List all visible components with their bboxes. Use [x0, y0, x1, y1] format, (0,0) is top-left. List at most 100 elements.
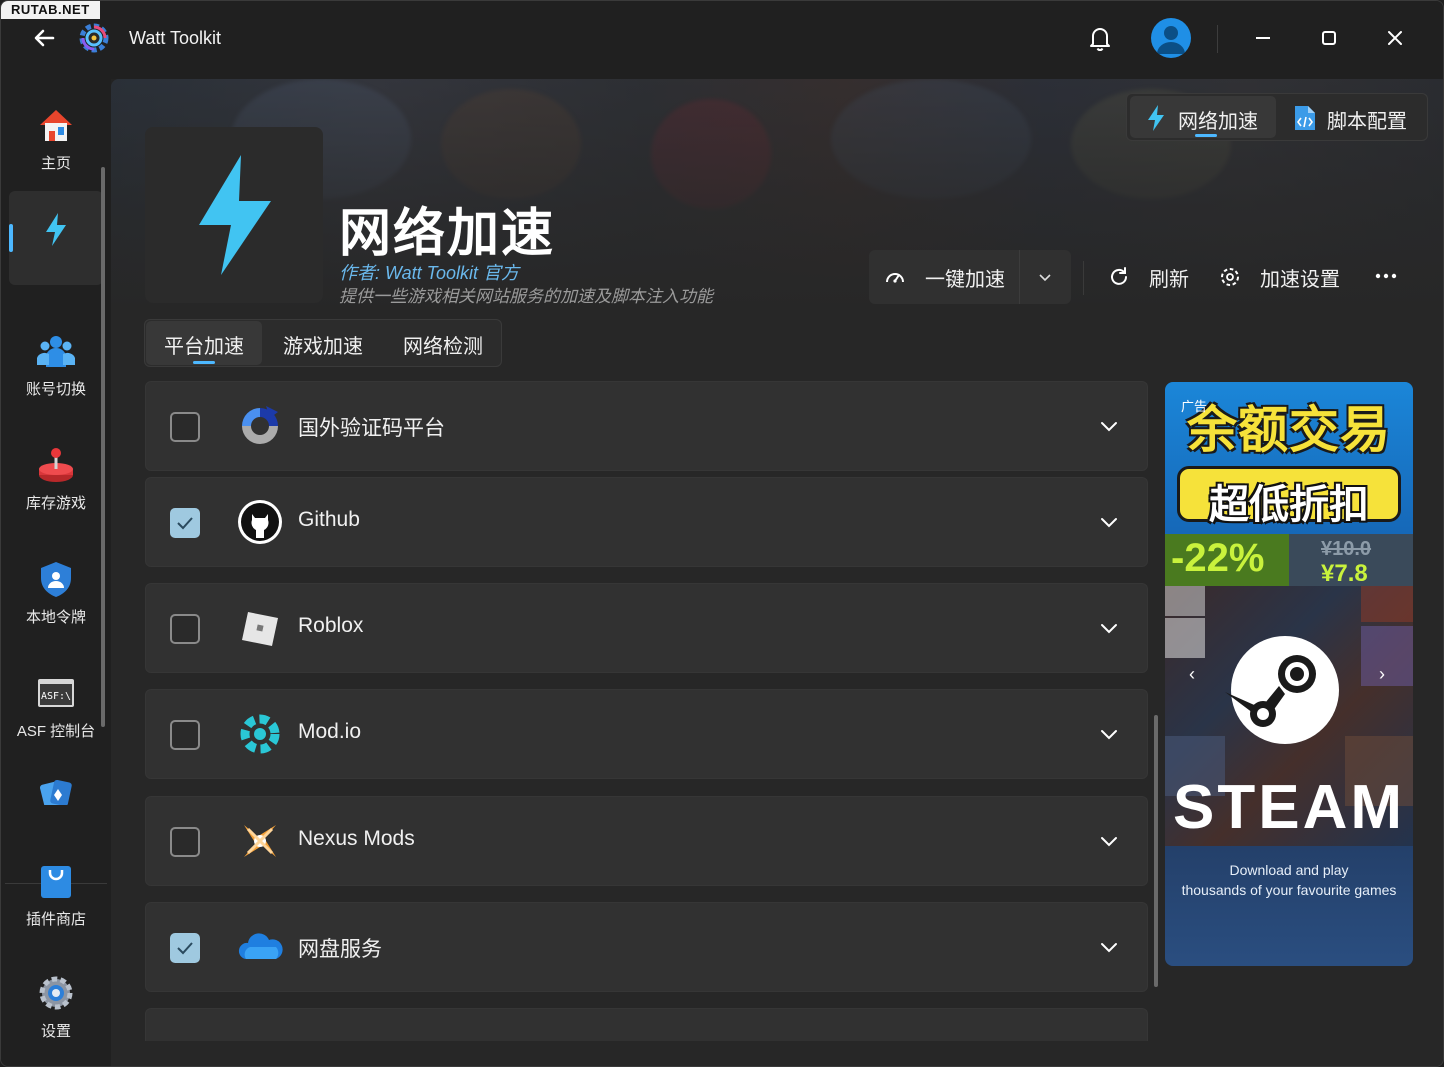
- service-row[interactable]: Roblox: [145, 583, 1148, 673]
- service-row[interactable]: 国外验证码平台: [145, 381, 1148, 471]
- sidebar-item-settings[interactable]: 设置: [9, 955, 103, 1049]
- refresh-button[interactable]: 刷新: [1149, 263, 1189, 292]
- sidebar-item-asf-console[interactable]: ASF:\ ASF 控制台: [9, 655, 103, 749]
- service-checkbox[interactable]: [170, 720, 200, 750]
- mode-active-indicator: [1195, 134, 1217, 137]
- mode-label: 脚本配置: [1327, 111, 1407, 133]
- ad-tagline-2: thousands of your favourite games: [1181, 882, 1397, 898]
- tab-platform-accelerate[interactable]: 平台加速: [146, 321, 262, 365]
- lightning-icon: [199, 155, 271, 275]
- main-content: 网络加速 脚本配置 网络加速 作者: Watt Toolkit 官方 提供一些游…: [111, 79, 1443, 1066]
- mode-network-accelerate[interactable]: 网络加速: [1130, 96, 1276, 138]
- sidebar-item-network-accelerate[interactable]: [9, 191, 103, 285]
- gear-icon[interactable]: [1218, 265, 1242, 289]
- tab-game-accelerate[interactable]: 游戏加速: [265, 321, 381, 365]
- app-window: Watt Toolkit 主页 账号切换 库存游戏 本地令牌 ASF:\ ASF…: [0, 0, 1444, 1067]
- tab-label: 网络检测: [403, 336, 483, 358]
- tab-network-check[interactable]: 网络检测: [385, 321, 501, 365]
- mode-switch: 网络加速 脚本配置: [1126, 93, 1428, 141]
- service-row[interactable]: Nexus Mods: [145, 796, 1148, 886]
- speedometer-icon: [886, 273, 904, 283]
- action-separator: [1083, 261, 1084, 295]
- sidebar-item-plugin-store[interactable]: 插件商店: [9, 843, 103, 937]
- close-button[interactable]: [1380, 23, 1410, 53]
- arrow-left-icon: [34, 29, 55, 47]
- service-label: 网盘服务: [298, 938, 382, 961]
- service-checkbox[interactable]: [170, 412, 200, 442]
- modio-icon: [240, 714, 280, 754]
- mode-script-config[interactable]: 脚本配置: [1279, 96, 1425, 138]
- chevron-down-icon[interactable]: [1098, 830, 1120, 852]
- accelerate-settings-button[interactable]: 加速设置: [1260, 263, 1340, 292]
- sidebar-item-home[interactable]: 主页: [9, 87, 103, 181]
- nexus-mods-icon: [244, 825, 276, 857]
- service-label: Github: [298, 508, 360, 531]
- app-logo-icon: [77, 21, 111, 55]
- maximize-icon: [1322, 31, 1336, 45]
- sidebar-item-cards[interactable]: [9, 765, 103, 805]
- chevron-down-icon[interactable]: [1098, 936, 1120, 958]
- service-checkbox[interactable]: [170, 827, 200, 857]
- shopping-bag-icon: [41, 866, 71, 898]
- service-list: 国外验证码平台 Github Roblox Mod.io Nexus Mods …: [145, 381, 1148, 1041]
- sidebar-scrollbar[interactable]: [101, 167, 105, 727]
- ad-next-arrow[interactable]: ›: [1379, 664, 1385, 685]
- ad-tile: [1165, 618, 1205, 658]
- recaptcha-icon: [242, 406, 278, 444]
- checkmark-icon: [177, 517, 193, 530]
- notification-button[interactable]: [1085, 23, 1115, 53]
- title-bar: Watt Toolkit: [1, 1, 1443, 79]
- avatar[interactable]: [1151, 18, 1191, 58]
- tab-label: 游戏加速: [283, 336, 363, 358]
- watermark: RUTAB.NET: [1, 1, 100, 19]
- sidebar: 主页 账号切换 库存游戏 本地令牌 ASF:\ ASF 控制台 插件商店 设置: [1, 79, 111, 1066]
- ad-header: 余额交易 广告 超低折扣: [1165, 382, 1413, 534]
- service-row[interactable]: [145, 1008, 1148, 1041]
- active-indicator: [9, 224, 13, 252]
- chevron-down-icon[interactable]: [1098, 511, 1120, 533]
- lightning-icon: [1148, 105, 1164, 131]
- ad-tile: [1361, 586, 1413, 622]
- sidebar-item-label: 主页: [40, 155, 71, 172]
- maximize-button[interactable]: [1314, 23, 1344, 53]
- button-divider: [1019, 250, 1020, 304]
- service-row[interactable]: 网盘服务: [145, 902, 1148, 992]
- minimize-button[interactable]: [1248, 23, 1278, 53]
- user-icon: [1157, 26, 1185, 54]
- home-icon: [40, 110, 72, 141]
- sidebar-item-local-token[interactable]: 本地令牌: [9, 541, 103, 635]
- cloud-drive-icon: [238, 933, 283, 959]
- chevron-down-icon[interactable]: [1098, 617, 1120, 639]
- service-checkbox[interactable]: [170, 508, 200, 538]
- service-label: Roblox: [298, 614, 364, 637]
- chevron-down-icon[interactable]: [1098, 723, 1120, 745]
- service-row[interactable]: Mod.io: [145, 689, 1148, 779]
- chevron-down-icon[interactable]: [1098, 415, 1120, 437]
- ad-discount-value: -22%: [1171, 536, 1265, 580]
- service-checkbox[interactable]: [170, 614, 200, 644]
- list-scrollbar[interactable]: [1154, 715, 1158, 987]
- users-icon: [37, 336, 75, 367]
- roblox-icon: [242, 612, 278, 646]
- one-click-accelerate-button[interactable]: 一键加速: [869, 250, 1071, 304]
- tab-bar: 平台加速 游戏加速 网络检测: [144, 319, 502, 367]
- back-button[interactable]: [29, 23, 59, 53]
- chevron-down-icon[interactable]: [1035, 267, 1055, 287]
- refresh-icon[interactable]: [1107, 265, 1131, 289]
- sidebar-item-games[interactable]: 库存游戏: [9, 427, 103, 521]
- sidebar-item-account-switch[interactable]: 账号切换: [9, 313, 103, 407]
- more-options-icon[interactable]: [1373, 263, 1399, 289]
- ad-discount: -22%: [1165, 534, 1289, 586]
- sidebar-item-label: 插件商店: [25, 911, 86, 928]
- service-checkbox[interactable]: [170, 933, 200, 963]
- script-file-icon: [1295, 106, 1315, 130]
- ad-prev-arrow[interactable]: ‹: [1189, 664, 1195, 685]
- registered-mark: ®: [1387, 784, 1396, 798]
- minimize-icon: [1256, 37, 1270, 39]
- ad-tile: [1361, 626, 1413, 686]
- tab-label: 平台加速: [164, 336, 244, 358]
- mode-label: 网络加速: [1178, 111, 1258, 133]
- advertisement-banner[interactable]: 余额交易 广告 超低折扣 -22% ¥10.0 ¥7.8 ‹ › STEAM ®…: [1165, 382, 1413, 966]
- service-row[interactable]: Github: [145, 477, 1148, 567]
- ad-subheadline: 超低折扣: [1209, 483, 1369, 527]
